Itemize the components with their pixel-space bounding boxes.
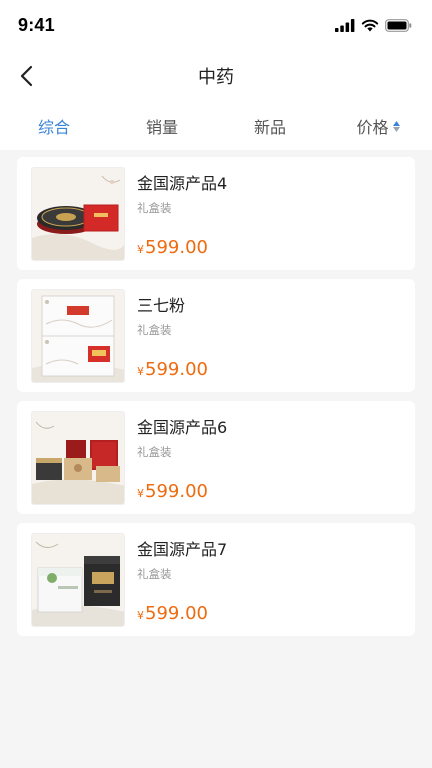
currency-symbol: ¥: [137, 364, 144, 378]
tab-label: 销量: [145, 118, 178, 137]
sort-tabs: 综合 销量 新品 价格: [0, 102, 432, 150]
chevron-left-icon: [20, 65, 33, 87]
price-value: 599.00: [145, 480, 208, 502]
tab-new[interactable]: 新品: [216, 114, 324, 138]
product-info: 三七粉 礼盒装 ¥ 599.00: [137, 289, 401, 383]
status-bar: 9:41: [0, 0, 432, 50]
product-name: 金国源产品4: [137, 173, 228, 193]
navigation-bar: 中药: [0, 50, 432, 102]
tab-label: 价格: [356, 118, 389, 137]
product-info: 金国源产品7 礼盒装 ¥ 599.00: [137, 533, 401, 627]
product-subtitle: 礼盒装: [137, 200, 172, 215]
price-value: 599.00: [145, 236, 208, 258]
product-subtitle: 礼盒装: [137, 566, 172, 581]
product-price: ¥ 599.00: [137, 237, 208, 258]
product-card[interactable]: 金国源产品4 礼盒装 ¥ 599.00: [17, 157, 415, 270]
sort-arrows-icon: [392, 120, 400, 132]
product-image: [31, 288, 125, 383]
currency-symbol: ¥: [137, 242, 144, 256]
product-name: 三七粉: [137, 295, 186, 315]
product-info: 金国源产品6 礼盒装 ¥ 599.00: [137, 411, 401, 505]
product-subtitle: 礼盒装: [137, 322, 172, 337]
product-list-page: 9:41 中药 综合 销量 新品 价格 金国源产品4 礼盒装 ¥ 599.00 …: [0, 0, 432, 768]
product-name: 金国源产品7: [137, 539, 228, 559]
back-button[interactable]: [12, 60, 40, 92]
product-price: ¥ 599.00: [137, 481, 208, 502]
product-price: ¥ 599.00: [137, 359, 208, 380]
product-image: [31, 410, 125, 505]
price-value: 599.00: [145, 602, 208, 624]
product-name: 金国源产品6: [137, 417, 228, 437]
wifi-icon: [361, 19, 379, 31]
page-title: 中药: [198, 67, 234, 88]
currency-symbol: ¥: [137, 486, 144, 500]
product-image: [31, 166, 125, 261]
product-card[interactable]: 金国源产品6 礼盒装 ¥ 599.00: [17, 401, 415, 514]
product-card[interactable]: 三七粉 礼盒装 ¥ 599.00: [17, 279, 415, 392]
status-time: 9:41: [18, 14, 55, 35]
product-price: ¥ 599.00: [137, 603, 208, 624]
top-bar: 9:41 中药 综合 销量 新品 价格: [0, 0, 432, 150]
product-subtitle: 礼盒装: [137, 444, 172, 459]
tab-comprehensive[interactable]: 综合: [0, 114, 108, 138]
battery-icon: [385, 18, 412, 32]
currency-symbol: ¥: [137, 608, 144, 622]
tab-label: 新品: [253, 118, 286, 137]
product-list: 金国源产品4 礼盒装 ¥ 599.00 三七粉 礼盒装 ¥ 599.00 金国源…: [0, 150, 432, 636]
tab-label: 综合: [37, 118, 70, 137]
price-value: 599.00: [145, 358, 208, 380]
product-info: 金国源产品4 礼盒装 ¥ 599.00: [137, 167, 401, 261]
product-image: [31, 532, 125, 627]
status-icons: [335, 18, 412, 32]
product-card[interactable]: 金国源产品7 礼盒装 ¥ 599.00: [17, 523, 415, 636]
signal-icon: [335, 18, 355, 32]
tab-sales[interactable]: 销量: [108, 114, 216, 138]
tab-price[interactable]: 价格: [324, 114, 432, 138]
